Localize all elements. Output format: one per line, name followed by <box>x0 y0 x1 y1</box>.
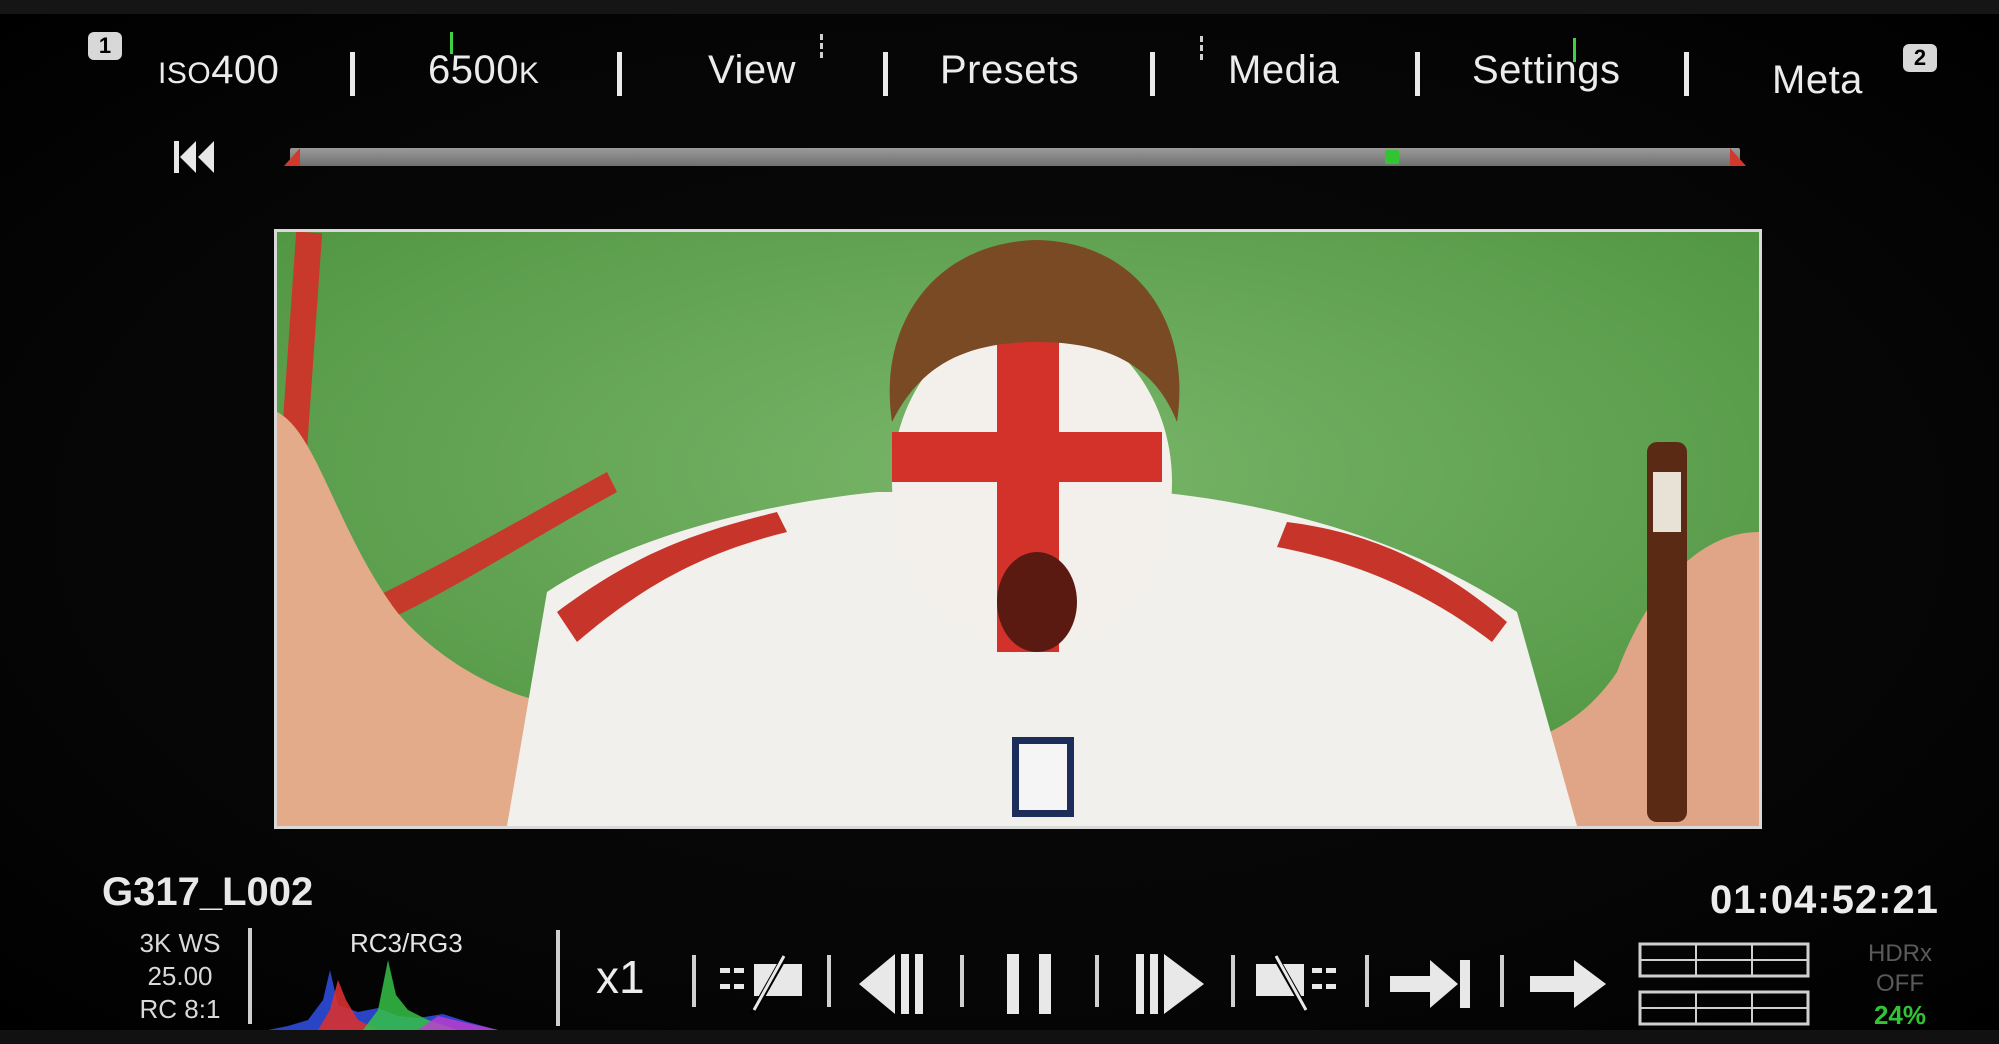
skip-to-start-icon <box>174 141 214 173</box>
transport-separator <box>1365 955 1369 1007</box>
pause-icon <box>1007 954 1051 1014</box>
playback-speed[interactable]: x1 <box>596 950 645 1004</box>
forward-button[interactable] <box>1526 950 1612 1020</box>
transport-separator <box>1500 955 1504 1007</box>
forward-icon <box>1530 960 1606 1008</box>
info-divider <box>248 928 252 1024</box>
histogram-icon <box>268 960 498 1030</box>
menu-separator <box>617 52 622 96</box>
grid-icon <box>1638 990 1810 1026</box>
compression-label: RC 8:1 <box>139 994 221 1024</box>
transport-separator <box>1231 955 1235 1007</box>
timecode: 01:04:52:21 <box>1710 878 1939 922</box>
grid-icon <box>1638 942 1810 978</box>
hdrx-percent: 24% <box>1873 1000 1927 1030</box>
menu-separator <box>883 52 888 96</box>
timeline-scrubber[interactable] <box>284 148 1746 166</box>
bezel-top <box>0 0 1999 14</box>
menu-settings[interactable]: Settings <box>1472 48 1621 93</box>
framerate-label: 25.00 <box>147 961 213 991</box>
transport-separator <box>1095 955 1099 1007</box>
go-to-end-button[interactable] <box>1386 950 1476 1020</box>
camera-monitor-screen: 1 2 ISO400 6500K View Presets Media Sett… <box>0 0 1999 1044</box>
wb-unit: K <box>518 57 540 90</box>
pause-button[interactable] <box>1003 950 1059 1020</box>
transport-separator <box>960 955 964 1007</box>
play-icon <box>1136 954 1204 1014</box>
page-badge-1[interactable]: 1 <box>88 32 122 60</box>
layout-grid-bottom[interactable] <box>1638 990 1810 1026</box>
skip-to-start-button[interactable] <box>170 135 220 179</box>
layout-grid-top[interactable] <box>1638 942 1810 978</box>
mark-out-button[interactable] <box>1252 950 1344 1020</box>
menu-separator <box>350 52 355 96</box>
clip-name: G317_L002 <box>102 870 314 914</box>
menu-dash-tick <box>820 34 823 58</box>
transport-separator <box>827 955 831 1007</box>
go-to-end-icon <box>1390 960 1470 1008</box>
mark-in-icon <box>720 952 802 1016</box>
hdrx-state: OFF <box>1876 970 1924 997</box>
menu-media[interactable]: Media <box>1228 48 1339 93</box>
play-button[interactable] <box>1132 950 1208 1020</box>
hdrx-label[interactable]: HDRx <box>1860 940 1940 968</box>
bezel-bottom <box>0 1030 1999 1044</box>
format-label: 3K WS <box>139 928 221 958</box>
histogram-divider <box>556 930 560 1026</box>
step-back-button[interactable] <box>855 950 927 1020</box>
menu-presets[interactable]: Presets <box>940 48 1079 93</box>
menu-meta[interactable]: Meta <box>1772 58 1863 103</box>
video-preview <box>274 229 1762 829</box>
timeline-in-marker <box>284 148 300 166</box>
white-balance-setting[interactable]: 6500K <box>428 48 540 93</box>
iso-prefix: ISO <box>158 57 212 90</box>
page-badge-2[interactable]: 2 <box>1903 44 1937 72</box>
transport-separator <box>692 955 696 1007</box>
menu-view[interactable]: View <box>708 48 796 93</box>
step-back-icon <box>859 954 923 1014</box>
iso-value: 400 <box>211 48 280 92</box>
wb-value: 6500 <box>428 48 519 92</box>
menu-separator <box>1684 52 1689 96</box>
menu-separator <box>1150 52 1155 96</box>
preview-image <box>277 232 1759 826</box>
iso-setting[interactable]: ISO400 <box>158 48 279 93</box>
mark-in-button[interactable] <box>716 950 808 1020</box>
menu-dash-tick <box>1200 36 1203 60</box>
timeline-out-marker <box>1730 148 1746 166</box>
menu-separator <box>1415 52 1420 96</box>
mark-out-icon <box>1256 952 1336 1016</box>
timeline-playhead[interactable] <box>1385 150 1399 164</box>
